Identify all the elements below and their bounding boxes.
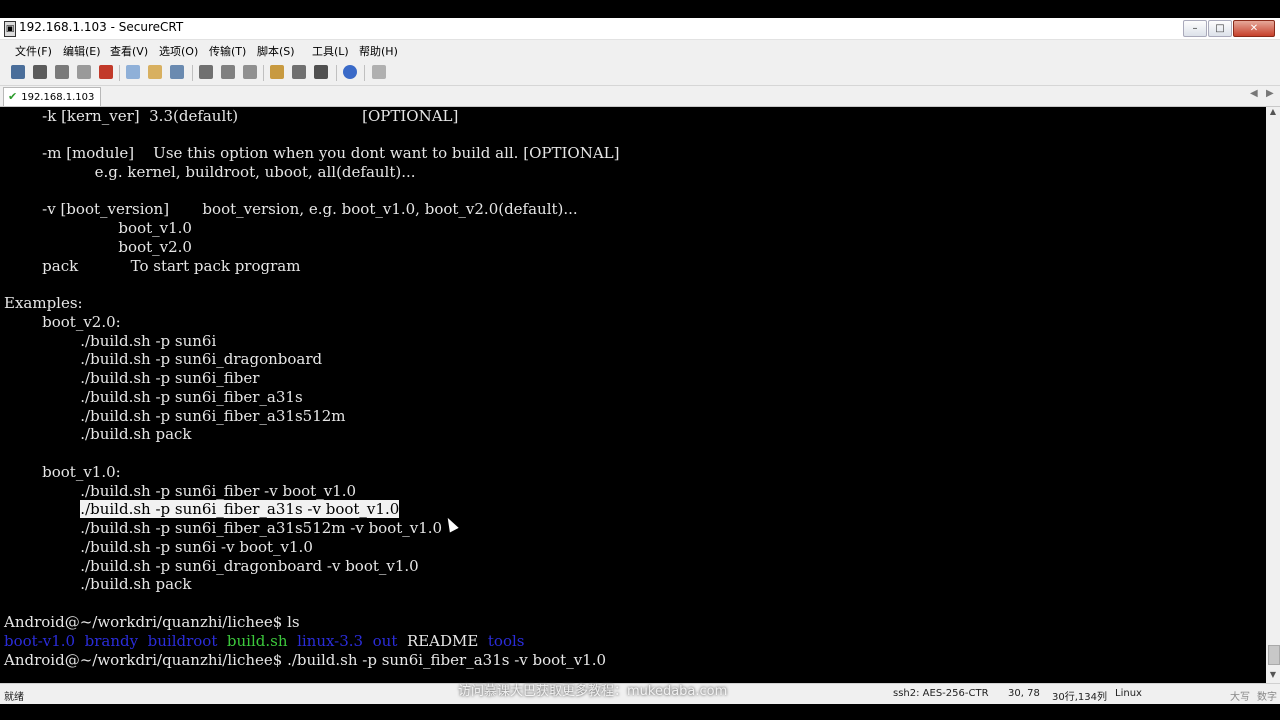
tab-session[interactable]: ✔ 192.168.1.103 xyxy=(3,87,102,106)
bottom-black-strip xyxy=(0,704,1280,720)
menu-view[interactable]: 查看(V) xyxy=(110,43,148,59)
vertical-scrollbar[interactable]: ▲ ▼ xyxy=(1266,107,1280,683)
menu-options[interactable]: 选项(O) xyxy=(159,43,198,59)
terminal-prompt-line: Android@~/workdri/quanzhi/lichee$ ./buil… xyxy=(4,651,607,669)
menu-bar: 文件(F) 编辑(E) 查看(V) 选项(O) 传输(T) 脚本(S) 工具(L… xyxy=(0,40,1280,60)
ls-entry: buildroot xyxy=(147,632,218,650)
menu-file[interactable]: 文件(F) xyxy=(15,43,52,59)
terminal-line: ./build.sh -p sun6i xyxy=(4,332,217,350)
ls-entry: boot-v1.0 xyxy=(4,632,76,650)
ls-entry: linux-3.3 xyxy=(297,632,364,650)
menu-script[interactable]: 脚本(S) xyxy=(257,43,295,59)
terminal-line: e.g. kernel, buildroot, uboot, all(defau… xyxy=(4,163,416,181)
top-black-strip xyxy=(0,0,1280,18)
tab-scroll-right-icon[interactable]: ▶ xyxy=(1266,88,1274,99)
status-num-lock: 数字 xyxy=(1257,692,1277,703)
mouse-cursor-icon xyxy=(443,515,459,533)
minimize-button[interactable]: – xyxy=(1183,20,1207,37)
terminal-line: ./build.sh -p sun6i_fiber_a31s512m xyxy=(4,407,346,425)
terminal-line: ./build.sh -p sun6i_dragonboard xyxy=(4,350,323,368)
tab-label: 192.168.1.103 xyxy=(21,92,95,103)
ls-entry: README xyxy=(406,632,479,650)
terminal-screen[interactable]: -k [kern_ver] 3.3(default) [OPTIONAL] -m… xyxy=(0,107,1266,683)
connect-icon[interactable] xyxy=(11,65,25,79)
scroll-up-arrow-icon[interactable]: ▲ xyxy=(1268,107,1278,117)
session-options-icon[interactable] xyxy=(270,65,284,79)
status-os: Linux xyxy=(1115,688,1142,699)
toolbar-separator xyxy=(263,65,264,81)
terminal-line: ./build.sh pack xyxy=(4,425,192,443)
toolbar-separator xyxy=(192,65,193,81)
terminal-line: -v [boot_version] boot_version, e.g. boo… xyxy=(4,200,578,218)
ls-entry: brandy xyxy=(84,632,139,650)
find-icon[interactable] xyxy=(170,65,184,79)
global-options-icon[interactable] xyxy=(292,65,306,79)
scroll-thumb[interactable] xyxy=(1268,645,1280,665)
print-icon[interactable] xyxy=(199,65,213,79)
ls-entry: build.sh xyxy=(226,632,288,650)
terminal-line: Android@~/workdri/quanzhi/lichee$ ls xyxy=(4,613,300,631)
securecrt-app-icon: ▣ xyxy=(4,21,16,37)
maximize-button[interactable]: □ xyxy=(1208,20,1232,37)
print-setup-icon[interactable] xyxy=(243,65,257,79)
disconnect-icon[interactable] xyxy=(99,65,113,79)
terminal-line: boot_v1.0: xyxy=(4,463,121,481)
terminal-line: boot_v1.0 xyxy=(4,219,192,237)
terminal-line: pack To start pack program xyxy=(4,257,301,275)
keymap-icon[interactable] xyxy=(314,65,328,79)
terminal-indent xyxy=(4,500,80,518)
terminal-line: ./build.sh -p sun6i_fiber_a31s -v boot_v… xyxy=(4,500,400,519)
toolbar-separator xyxy=(119,65,120,81)
print-selection-icon[interactable] xyxy=(221,65,235,79)
sftp-icon[interactable] xyxy=(372,65,386,79)
quick-connect-icon[interactable] xyxy=(33,65,47,79)
menu-tools[interactable]: 工具(L) xyxy=(312,43,349,59)
help-icon[interactable] xyxy=(343,65,357,79)
paste-icon[interactable] xyxy=(148,65,162,79)
status-terminal-size: 30行,134列 xyxy=(1052,692,1107,703)
terminal-line: ./build.sh pack xyxy=(4,575,192,593)
status-caps-lock: 大写 xyxy=(1230,692,1250,703)
terminal-line: boot_v2.0: xyxy=(4,313,121,331)
terminal-line: ./build.sh -p sun6i_fiber_a31s xyxy=(4,388,303,406)
menu-transfer[interactable]: 传输(T) xyxy=(209,43,246,59)
terminal-line: -m [module] Use this option when you don… xyxy=(4,144,620,162)
copy-icon[interactable] xyxy=(126,65,140,79)
terminal-line: ./build.sh -p sun6i_fiber -v boot_v1.0 xyxy=(4,482,357,500)
connect-in-tab-icon[interactable] xyxy=(55,65,69,79)
title-bar: ▣ 192.168.1.103 - SecureCRT – □ ✕ xyxy=(0,18,1280,40)
terminal-line: ./build.sh -p sun6i_fiber_a31s512m -v bo… xyxy=(4,519,443,537)
status-cipher: ssh2: AES-256-CTR xyxy=(893,688,989,699)
close-button[interactable]: ✕ xyxy=(1233,20,1275,37)
menu-help[interactable]: 帮助(H) xyxy=(359,43,398,59)
ls-entry: tools xyxy=(487,632,525,650)
reconnect-icon[interactable] xyxy=(77,65,91,79)
window-title: 192.168.1.103 - SecureCRT xyxy=(19,20,184,34)
status-cursor-position: 30, 78 xyxy=(1008,688,1040,699)
toolbar-separator xyxy=(364,65,365,81)
terminal-line: boot_v2.0 xyxy=(4,238,192,256)
terminal-line: ./build.sh -p sun6i_fiber xyxy=(4,369,260,387)
ls-output-line: boot-v1.0 brandy buildroot build.sh linu… xyxy=(4,632,525,651)
toolbar-separator xyxy=(336,65,337,81)
tab-scroll-left-icon[interactable]: ◀ xyxy=(1250,88,1258,99)
status-ready: 就绪 xyxy=(4,692,24,703)
check-icon: ✔ xyxy=(8,90,18,103)
terminal-line: -k [kern_ver] 3.3(default) [OPTIONAL] xyxy=(4,107,459,125)
watermark: 访问慕课大巴获取更多教程：mukedaba.com xyxy=(458,684,728,699)
ls-entry: out xyxy=(372,632,398,650)
selected-text[interactable]: ./build.sh -p sun6i_fiber_a31s -v boot_v… xyxy=(80,500,400,518)
menu-edit[interactable]: 编辑(E) xyxy=(63,43,101,59)
toolbar xyxy=(0,60,1280,86)
terminal-line: ./build.sh -p sun6i -v boot_v1.0 xyxy=(4,538,313,556)
terminal-line: Examples: xyxy=(4,294,83,312)
terminal-line: ./build.sh -p sun6i_dragonboard -v boot_… xyxy=(4,557,419,575)
scroll-down-arrow-icon[interactable]: ▼ xyxy=(1268,670,1278,680)
session-tab-bar: ✔ 192.168.1.103 ◀ ▶ xyxy=(0,86,1280,107)
